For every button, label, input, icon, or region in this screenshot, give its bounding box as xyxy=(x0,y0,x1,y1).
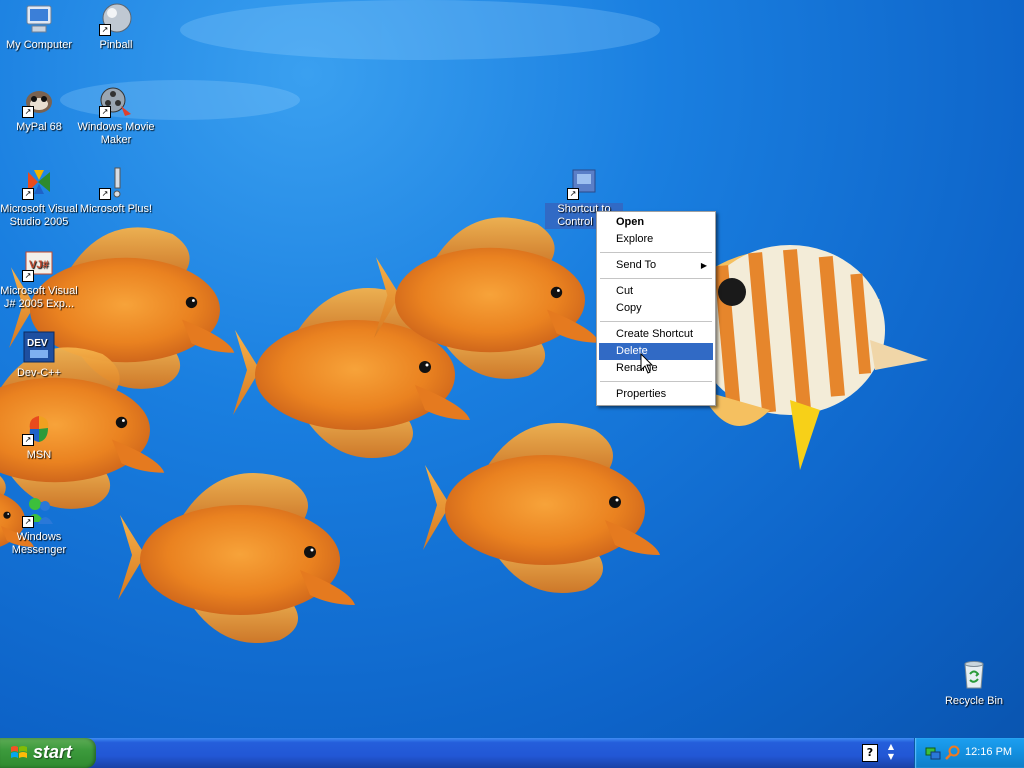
menu-item-send-to[interactable]: Send To ▶ xyxy=(599,257,713,274)
taskbar: start ? ▲ ▼ 12:16 PM xyxy=(0,738,1024,768)
network-tray-icon[interactable] xyxy=(925,745,941,761)
desktop-icon-msn[interactable]: ↗ MSN xyxy=(0,412,78,462)
desktop-icon-windows-messenger[interactable]: ↗ Windows Messenger xyxy=(0,494,78,557)
pinball-icon: ↗ xyxy=(99,2,133,36)
desktop-icon-label: My Computer xyxy=(5,39,73,51)
shortcut-arrow-icon: ↗ xyxy=(22,516,34,528)
menu-item-explore[interactable]: Explore xyxy=(599,231,713,248)
movie-maker-icon: ↗ xyxy=(99,84,133,118)
desktop-icon-visual-studio[interactable]: ↗ Microsoft Visual Studio 2005 xyxy=(0,166,78,229)
desktop-icon-label: Recycle Bin xyxy=(944,695,1004,707)
start-button[interactable]: start xyxy=(0,738,96,768)
menu-item-label: Properties xyxy=(616,388,667,400)
desktop-icon-label: Pinball xyxy=(99,39,133,51)
desktop[interactable]: My Computer ↗ Pinball ↗ MyPal 68 ↗ Windo… xyxy=(0,0,1024,738)
desktop-icon-label: Microsoft Plus! xyxy=(79,203,153,215)
windows-flag-icon xyxy=(11,746,27,758)
menu-item-label: Create Shortcut xyxy=(616,328,694,340)
shortcut-arrow-icon: ↗ xyxy=(22,270,34,282)
desktop-icon-visual-jsharp[interactable]: VJ# ↗ Microsoft Visual J# 2005 Exp... xyxy=(0,248,78,311)
menu-item-label: Send To xyxy=(616,259,657,271)
menu-separator xyxy=(600,252,712,253)
taskbar-scroll-arrows-icon[interactable]: ▲ ▼ xyxy=(884,742,898,762)
desktop-icon-dev-cpp[interactable]: DEV Dev-C++ xyxy=(0,330,78,380)
desktop-icon-pinball[interactable]: ↗ Pinball xyxy=(77,2,155,52)
desktop-icon-label: MyPal 68 xyxy=(16,121,62,133)
menu-separator xyxy=(600,278,712,279)
shortcut-arrow-icon: ↗ xyxy=(22,106,34,118)
context-menu: Open Explore Send To ▶ Cut Copy Create Sh… xyxy=(596,211,716,406)
desktop-icon-label: Dev-C++ xyxy=(16,367,62,379)
shortcut-arrow-icon: ↗ xyxy=(99,188,111,200)
microsoft-plus-icon: ↗ xyxy=(99,166,133,200)
start-label: start xyxy=(33,742,73,762)
recycle-bin-icon xyxy=(957,658,991,692)
mypal-icon: ↗ xyxy=(22,84,56,118)
menu-item-open[interactable]: Open xyxy=(599,214,713,231)
shortcut-arrow-icon: ↗ xyxy=(99,24,111,36)
desktop-icon-recycle-bin[interactable]: Recycle Bin xyxy=(935,658,1013,708)
menu-item-label: Explore xyxy=(616,233,654,245)
desktop-icon-my-computer[interactable]: My Computer xyxy=(0,2,78,52)
control-panel-shortcut-icon: ↗ xyxy=(567,166,601,200)
desktop-icon-label: Windows Movie Maker xyxy=(77,121,155,146)
shortcut-arrow-icon: ↗ xyxy=(22,434,34,446)
dev-cpp-icon: DEV xyxy=(22,330,56,364)
shortcut-arrow-icon: ↗ xyxy=(567,188,579,200)
system-tray: 12:16 PM xyxy=(914,738,1024,768)
shortcut-arrow-icon: ↗ xyxy=(22,188,34,200)
menu-item-properties[interactable]: Properties xyxy=(599,386,713,403)
visual-studio-icon: ↗ xyxy=(22,166,56,200)
desktop-icon-microsoft-plus[interactable]: ↗ Microsoft Plus! xyxy=(77,166,155,216)
desktop-icon-mypal[interactable]: ↗ MyPal 68 xyxy=(0,84,78,134)
submenu-arrow-icon: ▶ xyxy=(700,261,707,270)
desktop-icon-label: MSN xyxy=(26,449,52,461)
menu-item-cut[interactable]: Cut xyxy=(599,283,713,300)
desktop-icon-label: Microsoft Visual J# 2005 Exp... xyxy=(0,285,78,310)
windows-messenger-icon: ↗ xyxy=(22,494,56,528)
menu-item-delete[interactable]: Delete xyxy=(599,343,713,360)
menu-separator xyxy=(600,381,712,382)
clock[interactable]: 12:16 PM xyxy=(965,746,1012,758)
desktop-icon-label: Microsoft Visual Studio 2005 xyxy=(0,203,78,228)
menu-item-label: Copy xyxy=(616,302,642,314)
menu-item-label: Open xyxy=(616,216,645,228)
desktop-icon-movie-maker[interactable]: ↗ Windows Movie Maker xyxy=(77,84,155,147)
svg-text:DEV: DEV xyxy=(27,338,48,349)
shortcut-arrow-icon: ↗ xyxy=(99,106,111,118)
visual-jsharp-icon: VJ# ↗ xyxy=(22,248,56,282)
menu-item-copy[interactable]: Copy xyxy=(599,300,713,317)
search-tray-icon[interactable] xyxy=(945,745,961,761)
desktop-icon-label: Windows Messenger xyxy=(11,531,67,556)
menu-item-create-shortcut[interactable]: Create Shortcut xyxy=(599,326,713,343)
msn-icon: ↗ xyxy=(22,412,56,446)
menu-item-label: Cut xyxy=(616,285,634,297)
my-computer-icon xyxy=(22,2,56,36)
menu-separator xyxy=(600,321,712,322)
mouse-pointer-icon xyxy=(640,353,654,374)
help-icon[interactable]: ? xyxy=(862,744,878,762)
menu-item-rename[interactable]: Rename xyxy=(599,360,713,377)
